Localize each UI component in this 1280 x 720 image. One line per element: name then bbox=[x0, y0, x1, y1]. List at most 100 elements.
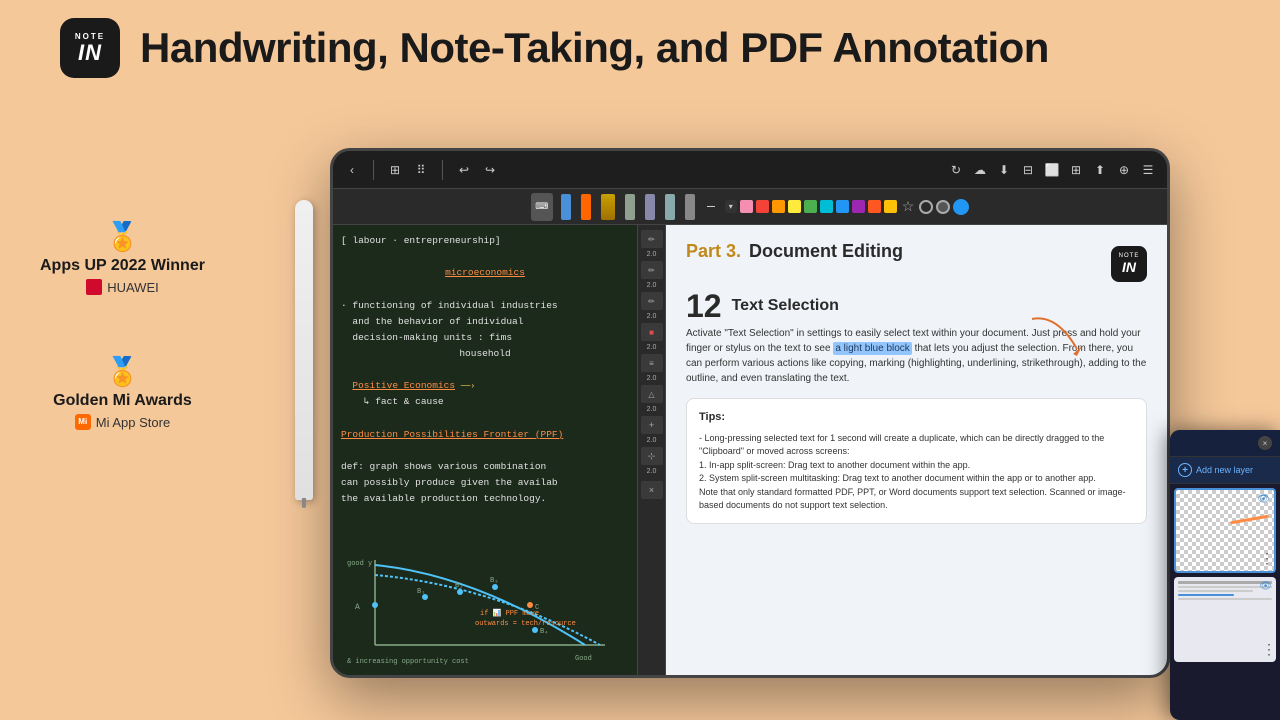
add-layer-button[interactable]: + Add new layer bbox=[1170, 457, 1280, 484]
color-green[interactable] bbox=[804, 200, 817, 213]
expand-icon[interactable]: ⬜ bbox=[1043, 161, 1061, 179]
tablet-device: ‹ ⊞ ⠿ ↩ ↪ ↻ ☁ ⬇ ⊟ ⬜ ⊞ ⬆ ⊕ ☰ ⌨ bbox=[330, 148, 1170, 678]
award-golden-mi-brand-text: Mi App Store bbox=[96, 415, 170, 430]
circle-fill-icon[interactable] bbox=[936, 200, 950, 214]
tips-line-2: 1. In-app split-screen: Drag text to ano… bbox=[699, 459, 1134, 473]
sidebar-btn-4[interactable]: ■ bbox=[641, 323, 663, 341]
add-icon[interactable]: ⊕ bbox=[1115, 161, 1133, 179]
mi-logo-icon: Mi bbox=[75, 414, 91, 430]
layer-close-button[interactable]: × bbox=[1258, 436, 1272, 450]
sidebar-label-2: 2.0 bbox=[647, 282, 657, 289]
color-pink[interactable] bbox=[740, 200, 753, 213]
cloud-icon[interactable]: ☁ bbox=[971, 161, 989, 179]
pen-tool-purple[interactable] bbox=[645, 194, 655, 220]
layer-1-menu-icon[interactable]: ⋮ bbox=[1260, 550, 1272, 567]
back-icon[interactable]: ‹ bbox=[343, 161, 361, 179]
note-lines: [ labour · entrepreneurship] microeconom… bbox=[341, 233, 629, 507]
laurel-icon-right: 🏅 bbox=[105, 355, 140, 388]
toolbar-sep-1 bbox=[373, 160, 374, 180]
color-orange[interactable] bbox=[772, 200, 785, 213]
note-fact: ↳ fact & cause bbox=[341, 394, 629, 410]
tool-sidebar: ✏ 2.0 ✏ 2.0 ✏ 2.0 ■ 2.0 ≡ 2.0 △ 2.0 + 2.… bbox=[638, 225, 666, 675]
layout-icon[interactable]: ⊞ bbox=[1067, 161, 1085, 179]
note-def-1: def: graph shows various combination bbox=[341, 459, 629, 475]
tips-line-4: Note that only standard formatted PDF, P… bbox=[699, 486, 1134, 513]
doc-header: Part 3. Document Editing NOTE IN bbox=[666, 225, 1167, 290]
note-microeconomics: microeconomics bbox=[341, 265, 629, 281]
tips-line-3: 2. System split-screen multitasking: Dra… bbox=[699, 472, 1134, 486]
right-panels: ✏ 2.0 ✏ 2.0 ✏ 2.0 ■ 2.0 ≡ 2.0 △ 2.0 + 2.… bbox=[638, 225, 1167, 675]
undo-icon[interactable]: ↩ bbox=[455, 161, 473, 179]
sidebar-label-5: 2.0 bbox=[647, 375, 657, 382]
color-dropdown-icon[interactable]: ▾ bbox=[729, 202, 733, 211]
color-blue[interactable] bbox=[836, 200, 849, 213]
tablet-content: [ labour · entrepreneurship] microeconom… bbox=[333, 225, 1167, 675]
sidebar-btn-2[interactable]: ✏ bbox=[641, 261, 663, 279]
award-apps-up-brand: HUAWEI bbox=[86, 279, 159, 295]
pen-tool-gray[interactable] bbox=[625, 194, 635, 220]
sidebar-btn-7[interactable]: + bbox=[641, 416, 663, 434]
pen-tool-dark[interactable] bbox=[685, 194, 695, 220]
sidebar-btn-8[interactable]: ⊹ bbox=[641, 447, 663, 465]
note-content: [ labour · entrepreneurship] microeconom… bbox=[333, 225, 637, 675]
grid-icon[interactable]: ⊞ bbox=[386, 161, 404, 179]
layer-panel: × + Add new layer 👁 ⋮ 👁 ⋮ bbox=[1170, 430, 1280, 720]
color-red[interactable] bbox=[756, 200, 769, 213]
note-positive-economics-text: Positive Economics bbox=[352, 380, 455, 391]
layer-1-eye-icon[interactable]: 👁 bbox=[1257, 494, 1270, 505]
pen-tool-orange[interactable] bbox=[581, 194, 591, 220]
note-ppf: Production Possibilities Frontier (PPF) bbox=[341, 427, 629, 443]
sidebar-close-btn[interactable]: × bbox=[641, 481, 663, 499]
layer-2-eye-icon[interactable]: 👁 bbox=[1259, 581, 1272, 592]
color-deep-orange[interactable] bbox=[868, 200, 881, 213]
color-yellow[interactable] bbox=[788, 200, 801, 213]
sidebar-label-6: 2.0 bbox=[647, 406, 657, 413]
page-title: Handwriting, Note-Taking, and PDF Annota… bbox=[140, 24, 1049, 72]
sidebar-btn-3[interactable]: ✏ bbox=[641, 292, 663, 310]
layer-item-1[interactable]: 👁 ⋮ bbox=[1174, 488, 1276, 573]
color-cyan[interactable] bbox=[820, 200, 833, 213]
svg-text:B₂: B₂ bbox=[455, 582, 463, 590]
svg-text:if 📊 PPF move: if 📊 PPF move bbox=[480, 608, 539, 618]
close-icon: × bbox=[1263, 439, 1268, 448]
sidebar-btn-5[interactable]: ≡ bbox=[641, 354, 663, 372]
pen-tool-gold[interactable] bbox=[601, 194, 615, 220]
layer-2-line-2 bbox=[1178, 586, 1272, 588]
note-ppf-text: Production Possibilities Frontier (PPF) bbox=[341, 429, 563, 440]
tool-input-icon[interactable]: ⌨ bbox=[531, 193, 553, 221]
toolbar-right: ↻ ☁ ⬇ ⊟ ⬜ ⊞ ⬆ ⊕ ☰ bbox=[947, 161, 1157, 179]
doc-part-label: Part 3. bbox=[686, 241, 741, 262]
doc-logo-in: IN bbox=[1122, 259, 1136, 275]
crop-icon[interactable]: ⊟ bbox=[1019, 161, 1037, 179]
circle-outline-icon[interactable] bbox=[919, 200, 933, 214]
doc-section-row: 12 Text Selection bbox=[666, 290, 1167, 322]
layer-2-menu-icon[interactable]: ⋮ bbox=[1262, 641, 1274, 658]
laurel-left: 🏅 bbox=[105, 220, 140, 253]
doc-panel: Part 3. Document Editing NOTE IN 12 Text… bbox=[666, 225, 1167, 675]
pen-tool-blue[interactable] bbox=[561, 194, 571, 220]
note-microeconomics-text: microeconomics bbox=[445, 267, 525, 278]
redo-icon[interactable]: ↪ bbox=[481, 161, 499, 179]
layers-icon[interactable]: ☰ bbox=[1139, 161, 1157, 179]
note-positive-econ: Positive Economics ──› bbox=[341, 378, 629, 394]
doc-logo: NOTE IN bbox=[1111, 246, 1147, 282]
color-purple[interactable] bbox=[852, 200, 865, 213]
laurel-right: 🏅 bbox=[105, 355, 140, 388]
refresh-icon[interactable]: ↻ bbox=[947, 161, 965, 179]
drawing-toolbar: ⌨ ▾ ☆ bbox=[333, 189, 1167, 225]
circle-blue-icon[interactable] bbox=[953, 199, 969, 215]
sidebar-btn-1[interactable]: ✏ bbox=[641, 230, 663, 248]
note-line-1: [ labour · entrepreneurship] bbox=[341, 233, 629, 249]
doc-highlight: a light blue block bbox=[833, 342, 912, 355]
svg-text:A: A bbox=[355, 603, 360, 612]
add-layer-plus-icon: + bbox=[1178, 463, 1192, 477]
pen-tool-teal[interactable] bbox=[665, 194, 675, 220]
star-icon[interactable]: ☆ bbox=[902, 198, 915, 215]
upload-icon[interactable]: ⬆ bbox=[1091, 161, 1109, 179]
apps-icon[interactable]: ⠿ bbox=[412, 161, 430, 179]
sidebar-btn-6[interactable]: △ bbox=[641, 385, 663, 403]
color-amber[interactable] bbox=[884, 200, 897, 213]
layer-item-2[interactable]: 👁 ⋮ bbox=[1174, 577, 1276, 662]
download-icon[interactable]: ⬇ bbox=[995, 161, 1013, 179]
logo-in-text: IN bbox=[78, 42, 102, 64]
